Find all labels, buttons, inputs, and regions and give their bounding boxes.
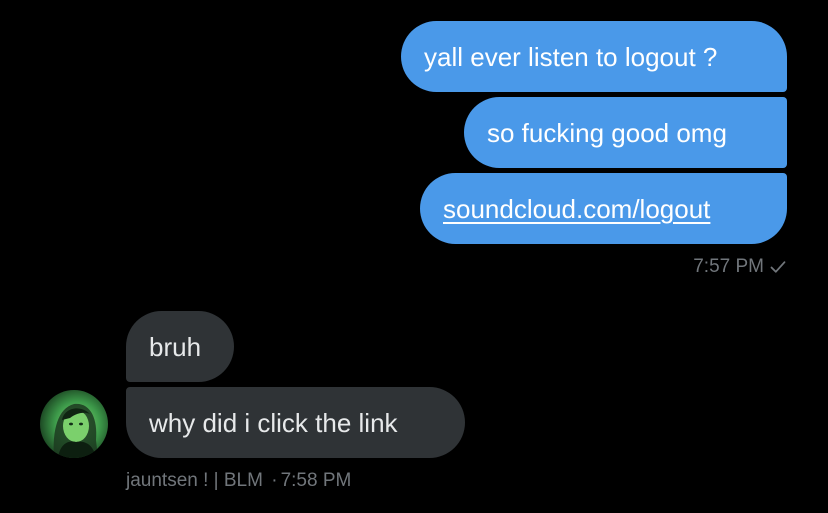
message-link[interactable]: soundcloud.com/logout [443, 196, 710, 222]
message-text: yall ever listen to logout ? [424, 41, 718, 72]
message-text: so fucking good omg [487, 117, 727, 148]
sent-timestamp: 7:57 PM [693, 256, 764, 277]
sent-message[interactable]: soundcloud.com/logout [420, 173, 787, 244]
message-text: why did i click the link [149, 407, 398, 438]
message-text: bruh [149, 331, 202, 362]
sent-timestamp-row: 7:57 PM [693, 257, 786, 278]
received-meta-row: jauntsen ! | BLM · 7:58 PM [126, 471, 351, 490]
sender-name[interactable]: jauntsen ! | BLM [126, 470, 263, 491]
received-timestamp: 7:58 PM [280, 470, 352, 491]
sent-message[interactable]: so fucking good omg [464, 97, 787, 168]
meta-separator: · [271, 470, 278, 491]
avatar[interactable] [40, 390, 108, 458]
received-message[interactable]: why did i click the link [126, 387, 465, 458]
received-message[interactable]: bruh [126, 311, 234, 382]
checkmark-icon [770, 259, 786, 278]
sent-message[interactable]: yall ever listen to logout ? [401, 21, 787, 92]
avatar-image [40, 390, 108, 458]
